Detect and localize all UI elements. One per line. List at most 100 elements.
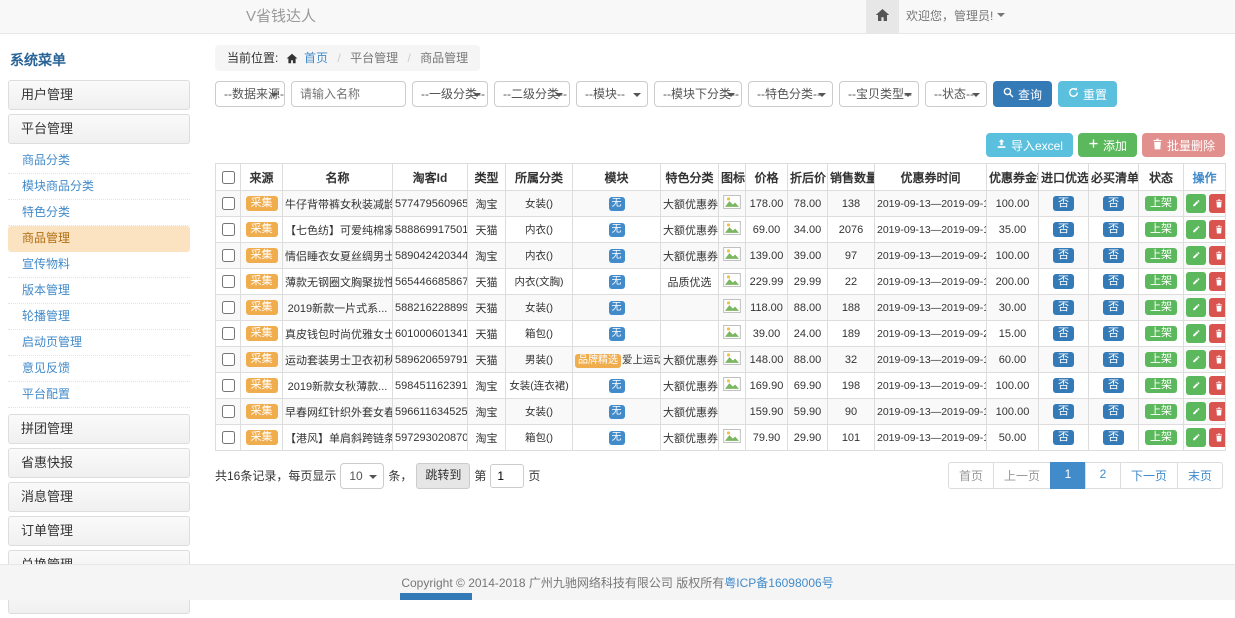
sidebar-section-message[interactable]: 消息管理 [8, 482, 190, 512]
edit-button[interactable] [1186, 376, 1206, 395]
import-select-toggle[interactable]: 否 [1053, 222, 1074, 237]
status-toggle[interactable]: 上架 [1145, 274, 1177, 289]
reset-button[interactable]: 重置 [1058, 81, 1117, 107]
delete-button[interactable] [1209, 402, 1226, 421]
sidebar-section-platform[interactable]: 平台管理 [8, 114, 190, 144]
breadcrumb-home-link[interactable]: 首页 [304, 51, 328, 65]
page-size-select[interactable]: 10 [340, 463, 384, 489]
row-checkbox[interactable] [222, 431, 235, 444]
must-buy-toggle[interactable]: 否 [1103, 248, 1124, 263]
delete-button[interactable] [1209, 350, 1226, 369]
pager-page-2[interactable]: 2 [1085, 462, 1121, 489]
sidebar-item-promo-material[interactable]: 宣传物料 [8, 252, 190, 278]
status-toggle[interactable]: 上架 [1145, 196, 1177, 211]
must-buy-toggle[interactable]: 否 [1103, 326, 1124, 341]
select-all-checkbox[interactable] [222, 171, 235, 184]
status-toggle[interactable]: 上架 [1145, 248, 1177, 263]
sidebar-section-users[interactable]: 用户管理 [8, 80, 190, 110]
delete-button[interactable] [1209, 298, 1226, 317]
name-search-input[interactable] [291, 81, 406, 107]
import-select-toggle[interactable]: 否 [1053, 352, 1074, 367]
import-select-toggle[interactable]: 否 [1053, 326, 1074, 341]
delete-button[interactable] [1209, 376, 1226, 395]
icp-link[interactable]: 粤ICP备16098006号 [724, 574, 833, 591]
pager-first[interactable]: 首页 [948, 462, 994, 489]
import-select-toggle[interactable]: 否 [1053, 196, 1074, 211]
import-select-toggle[interactable]: 否 [1053, 378, 1074, 393]
sidebar-item-module-goods-category[interactable]: 模块商品分类 [8, 174, 190, 200]
sidebar-item-goods-management[interactable]: 商品管理 [8, 226, 190, 252]
module-sub-category-select[interactable]: --模块下分类-- [654, 81, 742, 107]
sidebar-section-group-buy[interactable]: 拼团管理 [8, 414, 190, 444]
sidebar-item-feature-category[interactable]: 特色分类 [8, 200, 190, 226]
row-checkbox[interactable] [222, 353, 235, 366]
must-buy-toggle[interactable]: 否 [1103, 222, 1124, 237]
edit-button[interactable] [1186, 246, 1206, 265]
row-checkbox[interactable] [222, 327, 235, 340]
add-button[interactable]: 添加 [1078, 133, 1137, 157]
row-checkbox[interactable] [222, 301, 235, 314]
category1-select[interactable]: --一级分类-- [412, 81, 488, 107]
edit-button[interactable] [1186, 350, 1206, 369]
import-select-toggle[interactable]: 否 [1053, 404, 1074, 419]
must-buy-toggle[interactable]: 否 [1103, 404, 1124, 419]
must-buy-toggle[interactable]: 否 [1103, 352, 1124, 367]
batch-delete-button[interactable]: 批量删除 [1142, 133, 1225, 157]
edit-button[interactable] [1186, 220, 1206, 239]
category2-select[interactable]: --二级分类-- [494, 81, 570, 107]
must-buy-toggle[interactable]: 否 [1103, 378, 1124, 393]
pager-last[interactable]: 末页 [1177, 462, 1223, 489]
jump-page-input[interactable] [490, 464, 524, 488]
import-select-toggle[interactable]: 否 [1053, 248, 1074, 263]
row-checkbox[interactable] [222, 379, 235, 392]
import-select-toggle[interactable]: 否 [1053, 300, 1074, 315]
delete-button[interactable] [1209, 324, 1226, 343]
sidebar-item-version-management[interactable]: 版本管理 [8, 278, 190, 304]
status-toggle[interactable]: 上架 [1145, 378, 1177, 393]
row-checkbox[interactable] [222, 275, 235, 288]
status-toggle[interactable]: 上架 [1145, 222, 1177, 237]
pager-page-1[interactable]: 1 [1050, 462, 1086, 489]
must-buy-toggle[interactable]: 否 [1103, 430, 1124, 445]
pager-next[interactable]: 下一页 [1120, 462, 1178, 489]
pager-prev[interactable]: 上一页 [993, 462, 1051, 489]
status-toggle[interactable]: 上架 [1145, 430, 1177, 445]
must-buy-toggle[interactable]: 否 [1103, 196, 1124, 211]
status-toggle[interactable]: 上架 [1145, 352, 1177, 367]
row-checkbox[interactable] [222, 223, 235, 236]
sidebar-item-goods-category[interactable]: 商品分类 [8, 148, 190, 174]
row-checkbox[interactable] [222, 405, 235, 418]
sidebar-item-platform-config[interactable]: 平台配置 [8, 382, 190, 408]
edit-button[interactable] [1186, 272, 1206, 291]
search-button[interactable]: 查询 [993, 81, 1052, 107]
status-toggle[interactable]: 上架 [1145, 326, 1177, 341]
delete-button[interactable] [1209, 272, 1226, 291]
item-type-select[interactable]: --宝贝类型-- [839, 81, 919, 107]
must-buy-toggle[interactable]: 否 [1103, 274, 1124, 289]
delete-button[interactable] [1209, 194, 1226, 213]
feature-category-select[interactable]: --特色分类-- [748, 81, 833, 107]
edit-button[interactable] [1186, 428, 1206, 447]
row-checkbox[interactable] [222, 197, 235, 210]
status-toggle[interactable]: 上架 [1145, 404, 1177, 419]
user-menu[interactable]: 欢迎您，管理员! [906, 0, 1005, 33]
sidebar-section-savings-news[interactable]: 省惠快报 [8, 448, 190, 478]
import-select-toggle[interactable]: 否 [1053, 274, 1074, 289]
row-checkbox[interactable] [222, 249, 235, 262]
delete-button[interactable] [1209, 246, 1226, 265]
sidebar-item-carousel-management[interactable]: 轮播管理 [8, 304, 190, 330]
edit-button[interactable] [1186, 402, 1206, 421]
data-source-select[interactable]: --数据来源-- [215, 81, 285, 107]
edit-button[interactable] [1186, 298, 1206, 317]
sidebar-item-feedback[interactable]: 意见反馈 [8, 356, 190, 382]
delete-button[interactable] [1209, 220, 1226, 239]
edit-button[interactable] [1186, 324, 1206, 343]
import-select-toggle[interactable]: 否 [1053, 430, 1074, 445]
delete-button[interactable] [1209, 428, 1226, 447]
status-select[interactable]: --状态-- [925, 81, 987, 107]
import-excel-button[interactable]: 导入excel [986, 133, 1073, 157]
status-toggle[interactable]: 上架 [1145, 300, 1177, 315]
edit-button[interactable] [1186, 194, 1206, 213]
home-nav-button[interactable] [866, 0, 899, 33]
must-buy-toggle[interactable]: 否 [1103, 300, 1124, 315]
